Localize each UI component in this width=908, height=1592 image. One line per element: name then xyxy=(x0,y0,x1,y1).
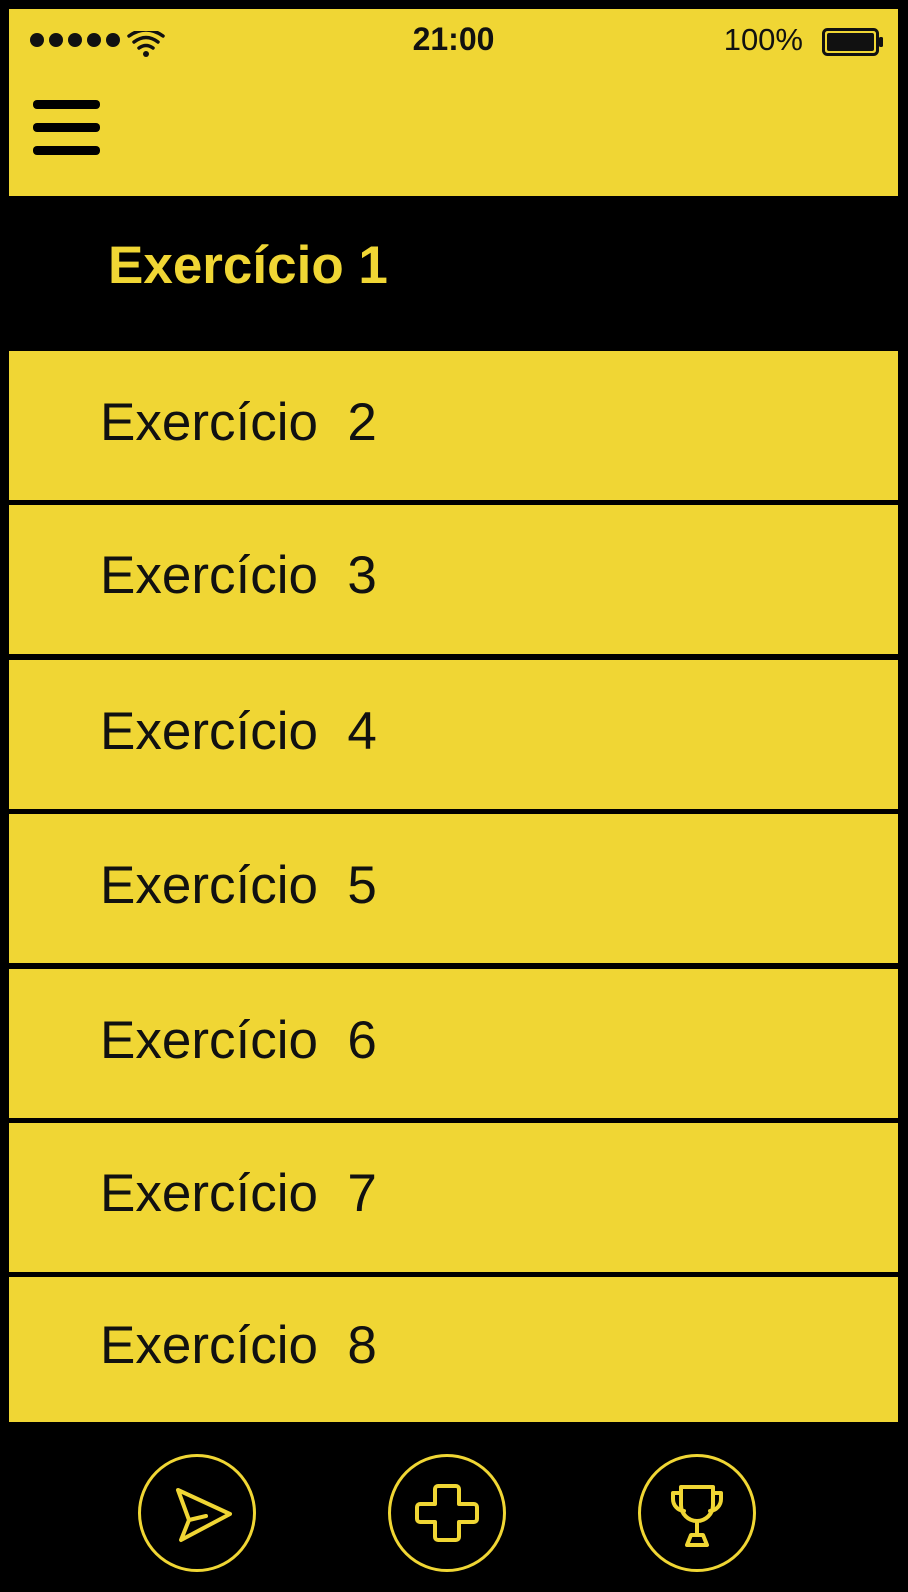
exercise-label: Exercício 6 xyxy=(100,1011,377,1070)
add-button[interactable] xyxy=(388,1454,506,1572)
trophy-button[interactable] xyxy=(638,1454,756,1572)
exercise-label: Exercício 5 xyxy=(100,856,377,915)
plus-icon xyxy=(415,1484,479,1542)
exercise-label: Exercício 7 xyxy=(100,1164,377,1223)
exercise-item-5[interactable]: Exercício 5 xyxy=(9,814,898,963)
battery-percent: 100% xyxy=(723,22,803,57)
exercise-label: Exercício 1 xyxy=(108,236,388,295)
exercise-item-8[interactable]: Exercício 8 xyxy=(9,1277,898,1422)
exercise-item-2[interactable]: Exercício 2 xyxy=(9,351,898,500)
top-bar: 21:00 100% xyxy=(9,9,898,196)
exercise-label: Exercício 8 xyxy=(100,1316,377,1375)
exercise-item-3[interactable]: Exercício 3 xyxy=(9,505,898,654)
exercise-item-6[interactable]: Exercício 6 xyxy=(9,969,898,1118)
hamburger-menu-icon[interactable] xyxy=(33,100,101,158)
tab-bar xyxy=(9,1422,898,1583)
exercise-item-1[interactable]: Exercício 1 xyxy=(9,196,898,351)
trophy-icon xyxy=(670,1485,724,1547)
exercise-item-7[interactable]: Exercício 7 xyxy=(9,1123,898,1272)
exercise-label: Exercício 3 xyxy=(100,546,377,605)
exercise-item-4[interactable]: Exercício 4 xyxy=(9,660,898,809)
send-button[interactable] xyxy=(138,1454,256,1572)
app-screen: 21:00 100% Exercício 1 Exercício 2 Exercíc… xyxy=(9,9,898,1583)
exercise-label: Exercício 4 xyxy=(100,702,377,761)
send-icon xyxy=(176,1488,232,1542)
exercise-label: Exercício 2 xyxy=(100,393,377,452)
battery-full-icon xyxy=(822,28,883,56)
